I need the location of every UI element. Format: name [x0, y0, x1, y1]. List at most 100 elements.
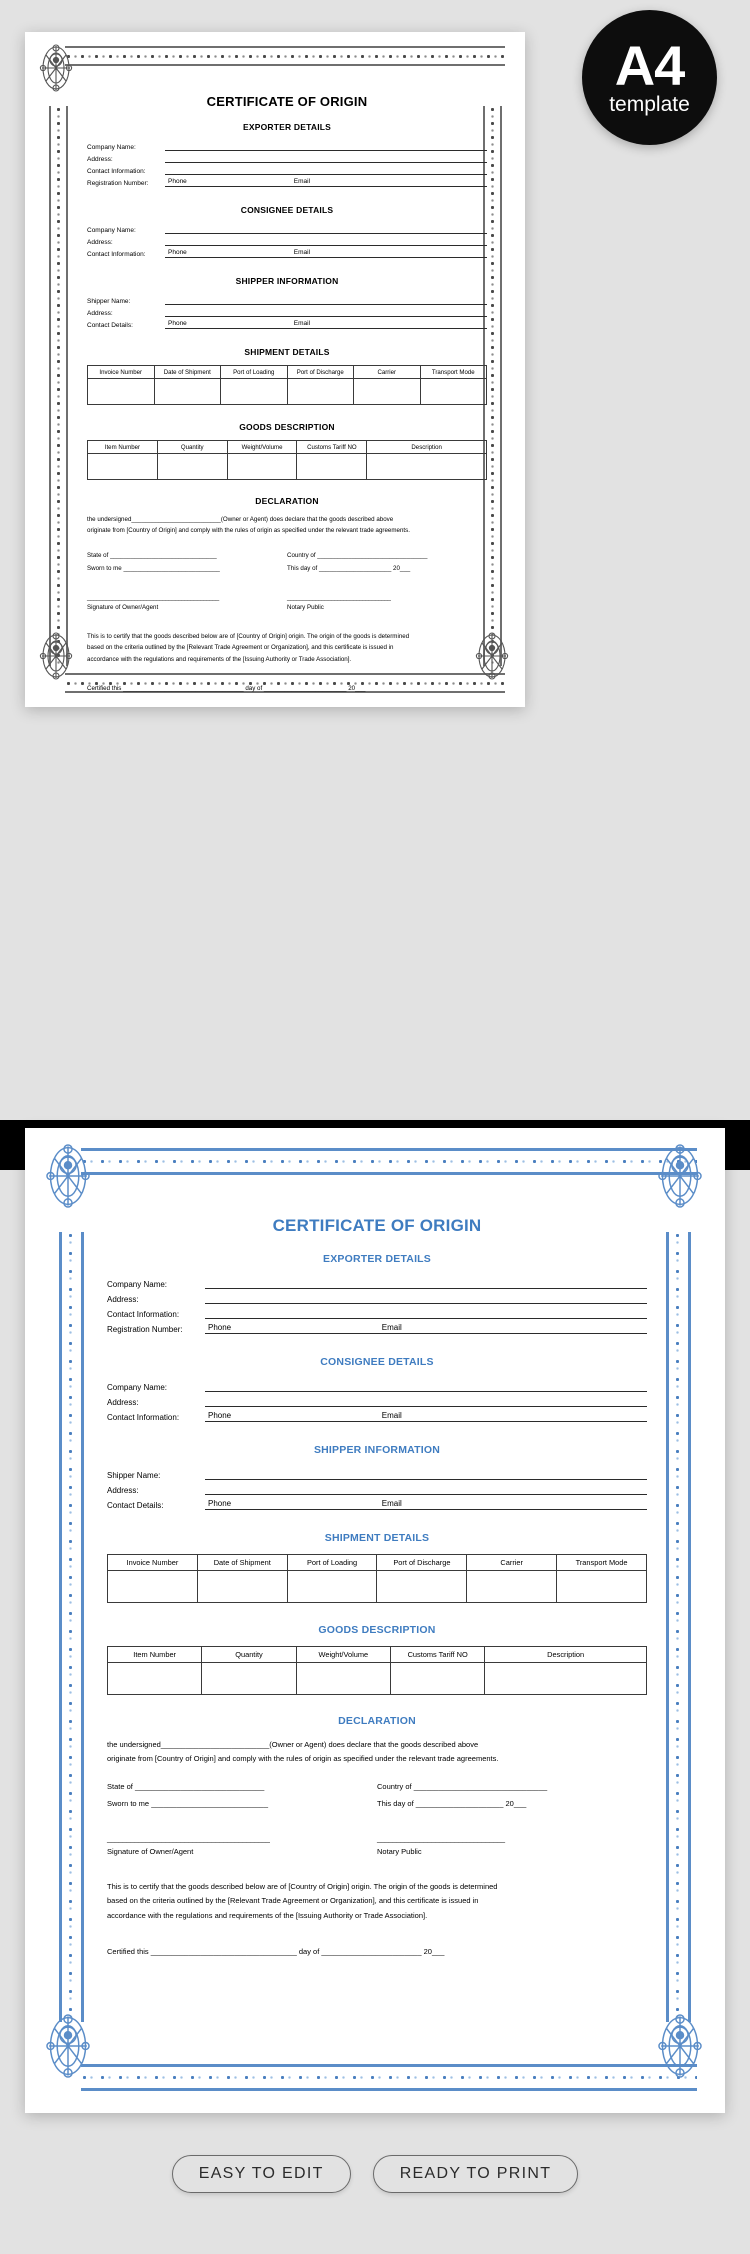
this-day-of-row: This day of _____________________ 20___ — [377, 1796, 647, 1813]
input-address[interactable] — [165, 162, 487, 163]
frame-left-band — [54, 106, 63, 666]
frame-top-rule — [81, 1148, 697, 1151]
frame-bottom-band — [81, 2073, 697, 2085]
cell-port-of-loading[interactable] — [220, 378, 288, 405]
blank-day-of[interactable]: ________________________ — [321, 1947, 421, 1956]
declaration-line1-blank[interactable]: __________________________ — [161, 1740, 269, 1749]
input-consignee-address[interactable] — [165, 245, 487, 246]
col-port-of-discharge: Port of Discharge — [286, 365, 354, 379]
cell-port-of-discharge[interactable] — [286, 378, 354, 405]
cell-item-number[interactable] — [87, 453, 158, 480]
placeholder-email: Email — [381, 1499, 402, 1508]
cell-weight-volume[interactable] — [226, 453, 298, 480]
easy-to-edit-pill[interactable]: EASY TO EDIT — [171, 2155, 351, 2193]
certified-year-suffix: 20___ — [348, 685, 366, 693]
cell-description[interactable] — [366, 453, 487, 480]
declaration-line1-blank[interactable]: __________________________ — [131, 516, 220, 523]
signature-notary-label: Notary Public — [377, 1847, 422, 1856]
blank-day-of[interactable]: ________________________ — [264, 685, 347, 692]
cell-port-of-discharge[interactable] — [376, 1570, 468, 1603]
input-consignee-contact[interactable]: Phone Email — [165, 249, 487, 258]
a4-size-label: A4 — [614, 34, 686, 98]
ready-to-print-pill[interactable]: READY TO PRINT — [372, 2155, 579, 2193]
cell-carrier[interactable] — [466, 1570, 558, 1603]
signature-notary-line[interactable]: _________________________________ — [377, 1834, 647, 1843]
section-heading-declaration: DECLARATION — [338, 1715, 416, 1727]
input-contact-information[interactable] — [165, 174, 487, 175]
input-company-name[interactable] — [205, 1288, 647, 1289]
blank-sworn-to-me[interactable]: ____________________________ — [123, 565, 219, 572]
cell-port-of-loading[interactable] — [286, 1570, 378, 1603]
input-shipper-name[interactable] — [205, 1479, 647, 1480]
certified-this-row: Certified this _________________________… — [87, 685, 487, 692]
blank-country-of[interactable]: ________________________________ — [414, 1782, 547, 1791]
label-address: Address: — [87, 156, 113, 163]
section-heading-exporter: EXPORTER DETAILS — [322, 1253, 431, 1265]
input-registration-number[interactable]: Phone Email — [205, 1323, 647, 1334]
blank-certified-this[interactable]: ___________________________________ — [123, 685, 243, 692]
cell-description[interactable] — [484, 1662, 647, 1695]
frame-top-rule-2 — [81, 1172, 697, 1175]
input-company-name[interactable] — [165, 150, 487, 151]
cell-date-of-shipment[interactable] — [196, 1570, 288, 1603]
section-heading-shipment: SHIPMENT DETAILS — [324, 1532, 430, 1544]
input-consignee-contact[interactable]: Phone Email — [205, 1411, 647, 1422]
cell-customs-tariff-no[interactable] — [296, 453, 368, 480]
label-this-day-of: This day of — [287, 565, 318, 573]
section-heading-declaration: DECLARATION — [255, 496, 319, 506]
input-shipper-address[interactable] — [165, 316, 487, 317]
cell-transport-mode[interactable] — [556, 1570, 647, 1603]
signature-notary-line[interactable]: _________________________________ — [287, 594, 487, 601]
section-heading-consignee: CONSIGNEE DETAILS — [320, 1356, 434, 1368]
input-contact-information[interactable] — [205, 1318, 647, 1319]
cell-carrier[interactable] — [353, 378, 421, 405]
label-sworn-to-me: Sworn to me — [87, 565, 122, 573]
frame-left-band — [66, 1232, 78, 2022]
blank-certified-this[interactable]: ___________________________________ — [151, 1947, 297, 1956]
input-consignee-company-name[interactable] — [165, 233, 487, 234]
section-heading-goods: GOODS DESCRIPTION — [239, 422, 335, 432]
goods-description-table: Item Number Quantity Weight/Volume Custo… — [87, 440, 487, 480]
label-company-name: Company Name: — [87, 144, 136, 151]
cell-transport-mode[interactable] — [419, 378, 487, 405]
declaration-paragraph: the undersigned_________________________… — [87, 515, 487, 537]
col-date-of-shipment: Date of Shipment — [196, 1554, 288, 1571]
cell-date-of-shipment[interactable] — [153, 378, 221, 405]
cell-quantity[interactable] — [156, 453, 228, 480]
col-customs-tariff-no: Customs Tariff NO — [296, 440, 368, 454]
label-registration-number: Registration Number: — [107, 1325, 183, 1334]
cell-quantity[interactable] — [201, 1662, 297, 1695]
input-shipper-name[interactable] — [165, 304, 487, 305]
cell-weight-volume[interactable] — [295, 1662, 391, 1695]
input-shipper-contact[interactable]: Phone Email — [165, 320, 487, 329]
input-consignee-company-name[interactable] — [205, 1391, 647, 1392]
signature-owner-line[interactable]: ________________________________________… — [107, 1834, 377, 1843]
cell-item-number[interactable] — [106, 1662, 203, 1695]
blank-state-of[interactable]: _______________________________ — [110, 552, 217, 559]
input-address[interactable] — [205, 1303, 647, 1304]
input-registration-number[interactable]: Phone Email — [165, 178, 487, 187]
frame-right-rule-2 — [688, 1232, 691, 2022]
blank-state-of[interactable]: _______________________________ — [135, 1782, 264, 1791]
blank-country-of[interactable]: ________________________________ — [317, 552, 427, 559]
goods-description-table: Item Number Quantity Weight/Volume Custo… — [106, 1646, 647, 1695]
label-certified-this: Certified this — [87, 685, 122, 693]
signature-owner-block: ________________________________________… — [107, 1834, 377, 1856]
certified-year-suffix: 20___ — [423, 1946, 445, 1956]
placeholder-phone: Phone — [168, 178, 187, 185]
blank-this-day-of[interactable]: _____________________ — [319, 565, 391, 572]
cell-customs-tariff-no[interactable] — [389, 1662, 486, 1695]
frame-right-rule-2 — [500, 106, 502, 666]
certify-line2: based on the criteria outlined by the [R… — [107, 1896, 479, 1906]
input-consignee-address[interactable] — [205, 1406, 647, 1407]
placeholder-phone: Phone — [168, 249, 187, 256]
input-shipper-contact[interactable]: Phone Email — [205, 1499, 647, 1510]
signature-owner-line[interactable]: ________________________________________… — [87, 594, 287, 601]
col-quantity: Quantity — [156, 440, 228, 454]
input-shipper-address[interactable] — [205, 1494, 647, 1495]
blank-sworn-to-me[interactable]: ____________________________ — [151, 1799, 268, 1808]
blank-this-day-of[interactable]: _____________________ — [416, 1799, 504, 1808]
cell-invoice-number[interactable] — [87, 378, 155, 405]
col-port-of-loading: Port of Loading — [286, 1554, 378, 1571]
cell-invoice-number[interactable] — [107, 1570, 198, 1603]
